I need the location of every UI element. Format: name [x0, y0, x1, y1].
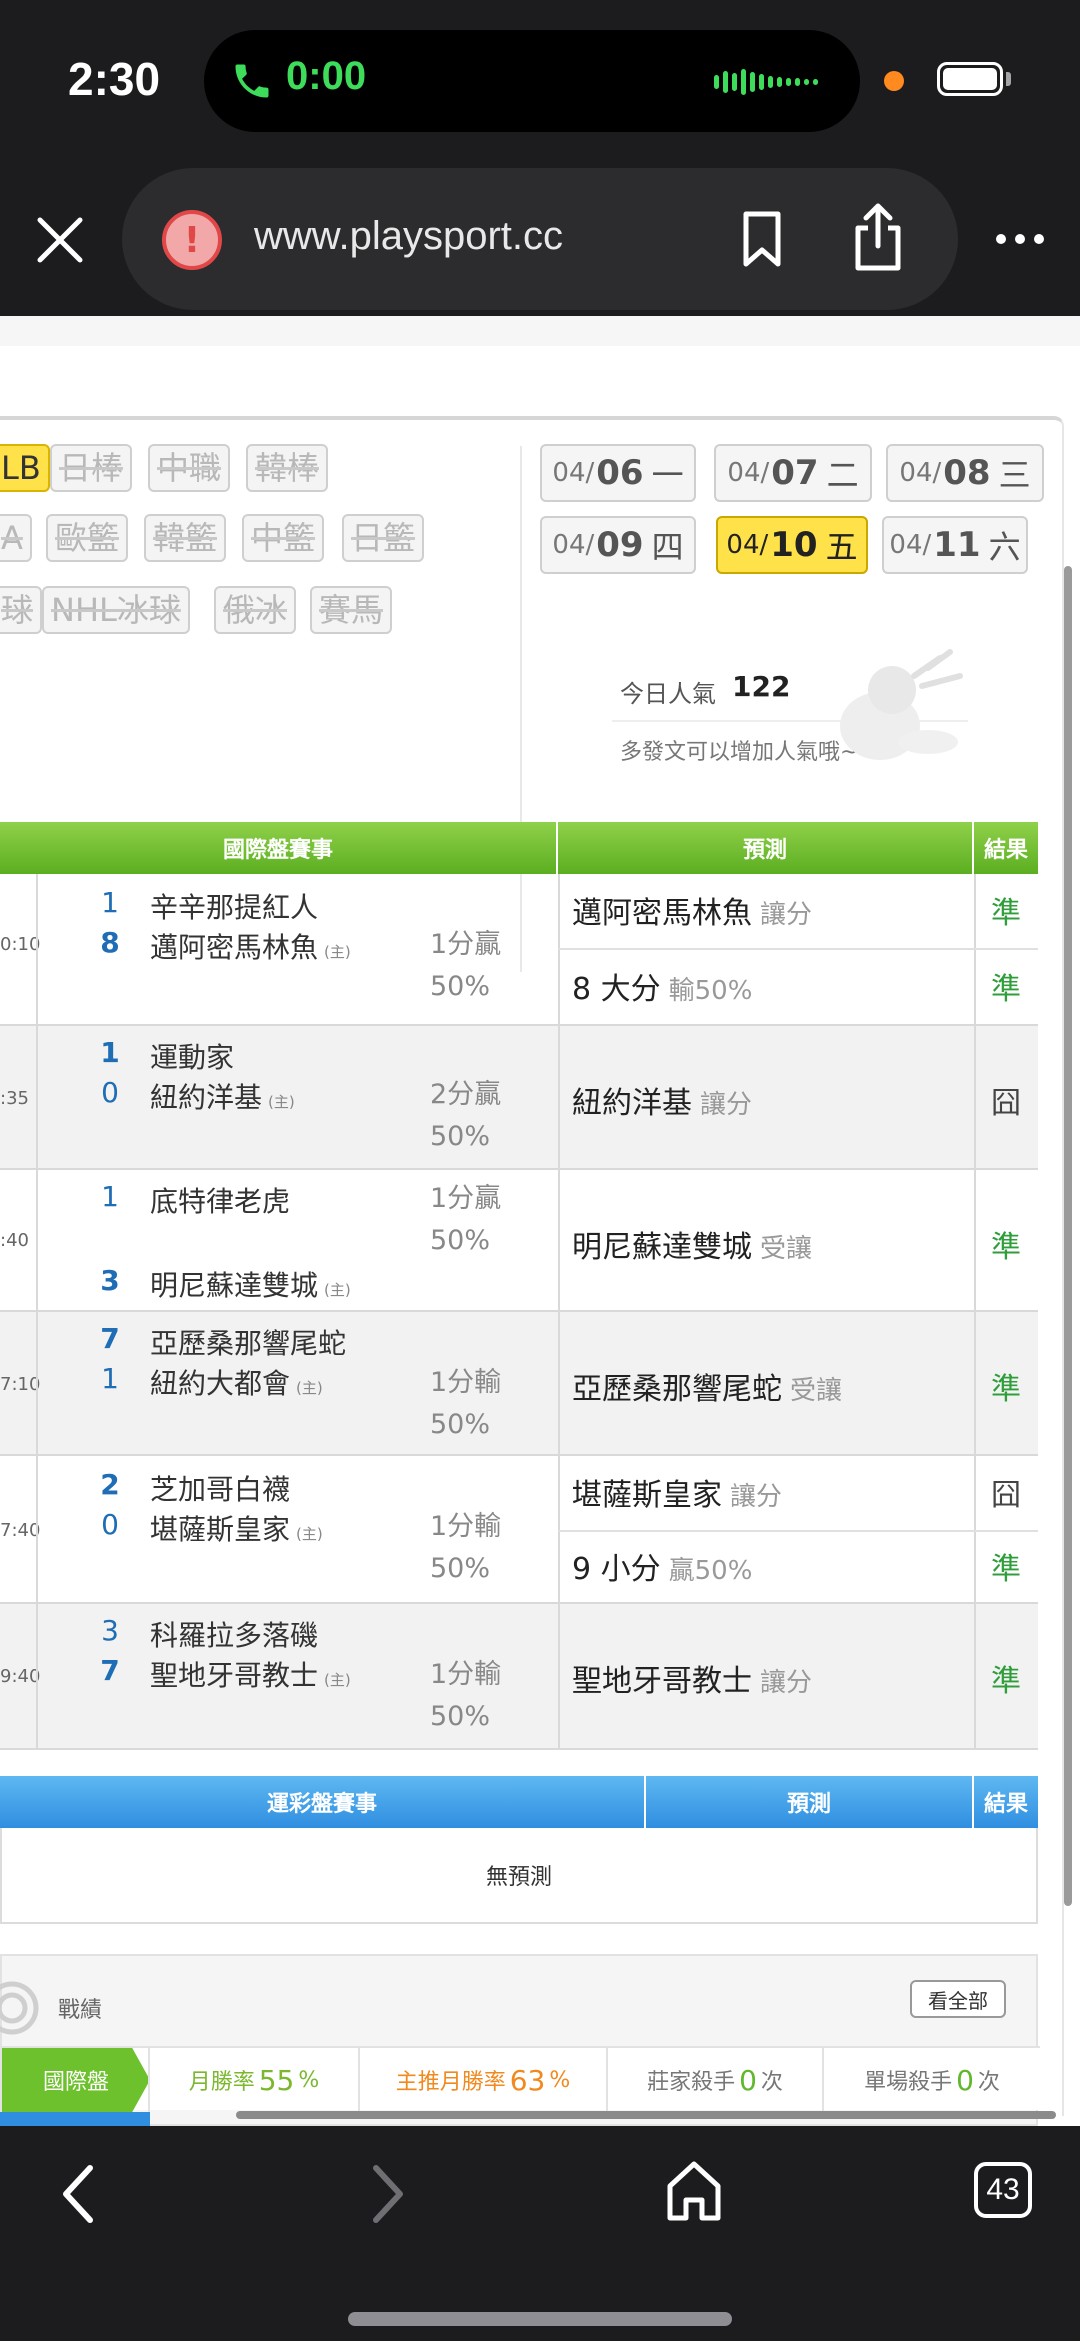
- result-badge: 囧: [991, 1478, 1021, 1513]
- horizontal-scrollbar[interactable]: [236, 2111, 1056, 2119]
- lottery-result-header: 結果: [974, 1776, 1038, 1828]
- url-text[interactable]: www.playsport.cc: [254, 214, 563, 259]
- home-icon[interactable]: [664, 2158, 724, 2224]
- sport-chip-euro-basketball[interactable]: 歐籃: [46, 514, 129, 562]
- web-page: LB 日棒 中職 韓棒 A 歐籃 韓籃 中籃 日籃 球 NHL冰球 俄冰 賽馬 …: [0, 316, 1080, 2126]
- intl-prediction-header: 預測: [558, 822, 974, 874]
- date-0408[interactable]: 04/08 三: [886, 444, 1044, 502]
- warning-icon[interactable]: !: [162, 210, 222, 270]
- forward-icon[interactable]: [366, 2162, 410, 2226]
- status-time: 2:30: [68, 53, 161, 105]
- popularity-value: 122: [732, 670, 791, 703]
- result-badge: 準: [991, 1372, 1021, 1407]
- result-badge: 準: [991, 896, 1021, 931]
- more-icon[interactable]: [994, 232, 1046, 246]
- date-0411[interactable]: 04/11 六: [882, 516, 1028, 574]
- intl-tab[interactable]: 國際盤: [2, 2048, 150, 2112]
- record-icon: [0, 1981, 39, 2035]
- banker-killer-count: 莊家殺手 0 次: [606, 2048, 822, 2112]
- table-row: 9:40 3 7 科羅拉多落磯 聖地牙哥教士 (主) 1分輸 50% 聖地牙哥教士讓…: [0, 1604, 1038, 1750]
- single-game-killer-count: 單場殺手 0 次: [822, 2048, 1040, 2112]
- main-pick-monthly-win-rate: 主推月勝率 63%: [358, 2048, 606, 2112]
- sport-chip-ball[interactable]: 球: [0, 586, 43, 634]
- call-timer: 0:00: [286, 54, 367, 98]
- phone-icon: [235, 64, 269, 98]
- table-row: 7:10 7 1 亞歷桑那響尾蛇 紐約大都會 (主) 1分輸 50% 亞歷桑那響尾蛇…: [0, 1312, 1038, 1456]
- no-prediction-message: 無預測: [0, 1828, 1038, 1924]
- browser-toolbar: 43: [0, 2126, 1080, 2341]
- sport-chip-khl[interactable]: 俄冰: [214, 586, 297, 634]
- sport-chip-korea-basketball[interactable]: 韓籃: [144, 514, 227, 562]
- date-0410[interactable]: 04/10 五: [716, 516, 868, 574]
- mascot-icon: [840, 649, 963, 760]
- table-row: 7:40 2 0 芝加哥白襪 堪薩斯皇家 (主) 1分輸 50% 堪薩斯皇家 讓分 囧…: [0, 1456, 1038, 1604]
- tabs-button[interactable]: 43: [974, 2162, 1032, 2218]
- result-badge: 準: [991, 1552, 1021, 1587]
- sport-chip-mlb[interactable]: LB: [0, 444, 50, 492]
- intl-result-header: 結果: [974, 822, 1038, 874]
- status-bar: 2:30 0:00: [0, 0, 1080, 160]
- record-title: 戰績: [58, 1998, 103, 2023]
- back-icon[interactable]: [56, 2162, 100, 2226]
- result-badge: 準: [991, 972, 1021, 1007]
- intl-games-header: 國際盤賽事: [0, 822, 558, 874]
- table-row: 0:10 1 8 辛辛那提紅人 邁阿密馬林魚 (主) 1分贏 50% 邁阿密馬林魚讓…: [0, 874, 1038, 1026]
- sport-chip-china-basketball[interactable]: 中籃: [242, 514, 325, 562]
- table-row: :40 1 3 底特律老虎 明尼蘇達雙城 (主) 1分贏 50% 明尼蘇達雙城 受讓 …: [0, 1170, 1038, 1312]
- record-panel: 戰績 看全部 國際盤 月勝率 55% 主推月勝率 63% 莊家殺手 0 次 單場殺手 0 次: [0, 1954, 1040, 2126]
- table-row: :35 1 0 運動家 紐約洋基 (主) 2分贏 50% 紐約洋基 讓分 囧: [0, 1026, 1038, 1170]
- date-0409[interactable]: 04/09 四: [540, 516, 696, 574]
- share-icon[interactable]: [850, 202, 906, 272]
- monthly-win-rate: 月勝率 55%: [148, 2048, 358, 2112]
- battery-icon: [937, 62, 1003, 96]
- mic-indicator-icon: [884, 71, 904, 91]
- result-badge: 準: [991, 1230, 1021, 1265]
- sport-chip-kbo[interactable]: 韓棒: [246, 444, 329, 492]
- sport-chip-nhl[interactable]: NHL冰球: [42, 586, 190, 634]
- result-badge: 囧: [991, 1086, 1021, 1121]
- address-field[interactable]: ! www.playsport.cc: [122, 168, 958, 310]
- close-icon[interactable]: [30, 210, 90, 270]
- sport-chip-cpbl[interactable]: 中職: [148, 444, 231, 492]
- date-0406[interactable]: 04/06 一: [540, 444, 696, 502]
- lottery-games-header: 運彩盤賽事: [0, 1776, 646, 1828]
- sport-chip-npb[interactable]: 日棒: [50, 444, 133, 492]
- home-indicator[interactable]: [348, 2312, 732, 2326]
- sport-chip-nba[interactable]: A: [0, 514, 32, 562]
- sport-chip-japan-basketball[interactable]: 日籃: [342, 514, 425, 562]
- lottery-prediction-header: 預測: [646, 1776, 974, 1828]
- sport-chip-horse-racing[interactable]: 賽馬: [310, 586, 393, 634]
- record-stats: 國際盤 月勝率 55% 主推月勝率 63% 莊家殺手 0 次 單場殺手 0 次: [2, 2046, 1040, 2112]
- result-badge: 準: [991, 1664, 1021, 1699]
- browser-url-bar: ! www.playsport.cc: [0, 160, 1080, 316]
- vertical-scrollbar[interactable]: [1064, 566, 1072, 1906]
- bookmark-icon[interactable]: [740, 210, 784, 268]
- date-0407[interactable]: 04/07 二: [714, 444, 872, 502]
- view-all-button[interactable]: 看全部: [910, 1980, 1006, 2018]
- popularity-label: 今日人氣: [620, 680, 716, 708]
- dynamic-island[interactable]: 0:00: [204, 30, 860, 132]
- audio-wave-icon: [714, 62, 818, 102]
